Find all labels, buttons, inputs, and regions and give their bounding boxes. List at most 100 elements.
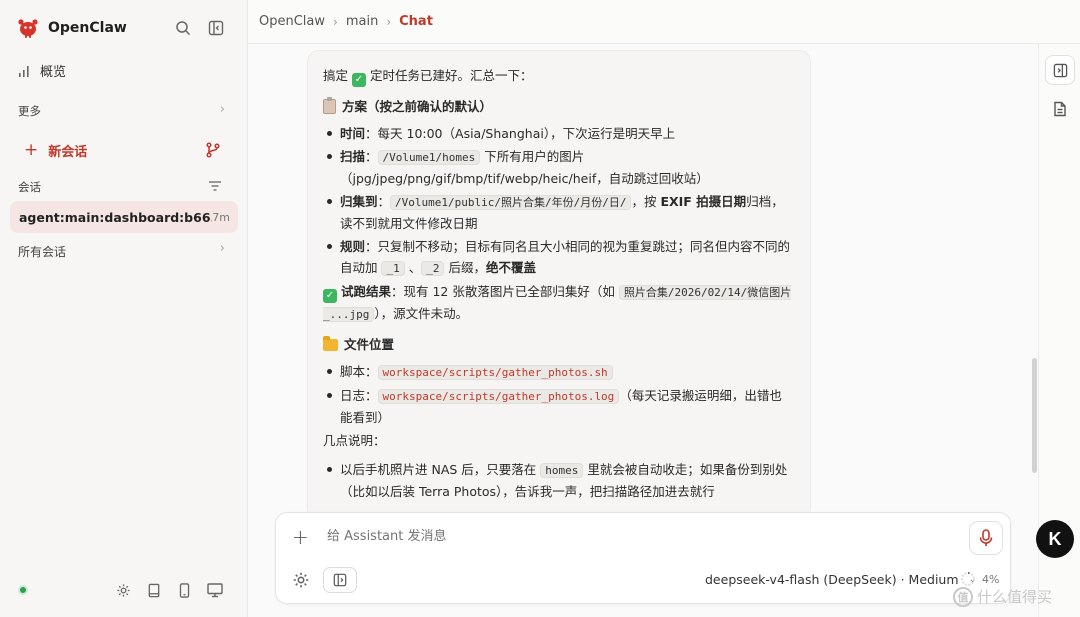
files-heading-text: 文件位置 (344, 337, 395, 352)
clipboard-icon (323, 97, 336, 114)
svg-text:K: K (1049, 529, 1062, 549)
list-item-text: ，按 (631, 194, 661, 209)
plan-heading: 方案（按之前确认的默认） (323, 96, 794, 117)
side-panel-button[interactable] (323, 567, 357, 593)
inline-code: /Volume1/homes (377, 150, 481, 165)
list-item-text: ：每天 10:00（Asia/Shanghai），下次运行是明天早上 (365, 126, 676, 141)
k-logo-icon: K (1049, 529, 1062, 549)
document-icon[interactable] (1045, 94, 1075, 124)
new-chat-button[interactable]: + 新会话 (24, 140, 87, 160)
breadcrumb-branch[interactable]: main (346, 14, 378, 29)
watermark-text: 什么值得买 (977, 588, 1053, 606)
collapse-sidebar-icon[interactable] (206, 18, 226, 38)
inline-code: /Volume1/public/照片合集/年份/月份/日/ (390, 195, 632, 210)
branch-icon[interactable] (205, 142, 221, 158)
model-selector[interactable]: deepseek-v4-flash (DeepSeek) · Medium ⌄ (705, 572, 977, 587)
plan-heading-text: 方案（按之前确认的默认） (342, 99, 493, 114)
chevron-right-icon[interactable]: › (220, 102, 225, 117)
settings-icon[interactable] (113, 580, 133, 600)
list-item: 以后手机照片进 NAS 后，只要落在 homes 里就会被自动收走；如果备份到别… (323, 459, 794, 502)
session-time: 7m (212, 210, 230, 224)
model-name: deepseek-v4-flash (DeepSeek) · Medium (705, 572, 959, 587)
list-item-text: 以后手机照片进 NAS 后，只要落在 (340, 462, 541, 477)
list-item-text: 日志： (340, 388, 378, 403)
all-sessions-link[interactable]: 所有会话 (18, 243, 66, 260)
message-intro: 搞定 ✓ 定时任务已建好。汇总一下： (323, 65, 794, 87)
sidebar-bottom-bar (0, 578, 248, 602)
list-item: 日志： workspace/scripts/gather_photos.log （每… (323, 385, 794, 428)
inline-code: _2 (421, 261, 445, 276)
intro-text: 搞定 (323, 68, 349, 83)
trial-label: 试跑结果 (340, 284, 391, 299)
inline-code: _1 (381, 261, 405, 276)
checkmark-icon: ✓ (352, 73, 366, 87)
mobile-icon[interactable] (174, 580, 194, 600)
brand-name: OpenClaw (48, 20, 127, 36)
more-section[interactable]: 更多 (18, 103, 41, 119)
brand[interactable]: OpenClaw (16, 16, 127, 40)
list-item: 脚本： workspace/scripts/gather_photos.sh (323, 361, 794, 383)
nav-overview[interactable]: 概览 (18, 61, 66, 80)
assistant-message: 搞定 ✓ 定时任务已建好。汇总一下： 方案（按之前确认的默认） 时间：每天 10… (307, 50, 811, 520)
session-title: agent:main:dashboard:b66... (19, 209, 213, 225)
message-input[interactable] (327, 529, 927, 544)
message-composer: + deepseek-v4-flash (DeepSeek) · Medium … (275, 512, 1011, 604)
list-item-text: 、 (404, 260, 422, 275)
list-item-text: ： (365, 149, 378, 164)
toggle-panel-icon[interactable] (1045, 55, 1075, 85)
context-ring-icon (961, 572, 975, 586)
sessions-label: 会话 (18, 180, 41, 194)
trial-text: ），源文件未动。 (374, 306, 469, 321)
list-item: 时间：每天 10:00（Asia/Shanghai），下次运行是明天早上 (323, 123, 794, 144)
list-item: 扫描：/Volume1/homes 下所有用户的图片（jpg/jpeg/png/… (323, 146, 794, 189)
desktop-icon[interactable] (205, 580, 225, 600)
session-item-active[interactable]: agent:main:dashboard:b66... 7m (10, 201, 238, 233)
attach-plus-icon[interactable]: + (292, 525, 309, 549)
breadcrumb-root[interactable]: OpenClaw (259, 14, 325, 29)
checkmark-icon: ✓ (323, 289, 337, 303)
list-item-label: 规则 (340, 239, 366, 254)
sidebar: OpenClaw 概览 更多 › + 新会话 会话 agent:main:das… (0, 0, 248, 617)
breadcrumb-current: Chat (399, 14, 433, 29)
list-item-emphasis: EXIF 拍摄日期 (660, 194, 747, 209)
settings-icon[interactable] (292, 571, 310, 589)
chevron-right-icon[interactable]: › (220, 241, 225, 256)
context-usage: 4% (960, 571, 999, 587)
lobster-logo-icon (18, 19, 38, 38)
list-item: 规则：只复制不移动；目标有同名且大小相同的视为重复跳过；同名但内容不同的自动加 … (323, 236, 794, 279)
list-item-text: ： (377, 194, 391, 209)
watermark-logo-icon: 值 (953, 586, 973, 607)
context-percent: 4% (982, 572, 1000, 586)
search-icon[interactable] (173, 18, 193, 38)
list-item: 归集到：/Volume1/public/照片合集/年份/月份/日/，按 EXIF… (323, 191, 794, 234)
new-chat-label: 新会话 (48, 144, 88, 160)
microphone-button[interactable] (969, 521, 1003, 555)
connection-status-icon (18, 585, 28, 595)
side-panel-icon (333, 573, 347, 587)
inline-code: workspace/scripts/gather_photos.sh (377, 365, 613, 380)
list-item-label: 扫描 (340, 149, 366, 164)
notes-list: 以后手机照片进 NAS 后，只要落在 homes 里就会被自动收走；如果备份到别… (323, 459, 794, 502)
list-item-text: 脚本： (340, 364, 378, 379)
k-avatar-badge: K (1036, 520, 1074, 558)
filter-icon[interactable] (208, 180, 222, 192)
book-icon[interactable] (144, 580, 164, 600)
plus-icon: + (24, 140, 39, 160)
plan-list: 时间：每天 10:00（Asia/Shanghai），下次运行是明天早上 扫描：… (323, 123, 794, 279)
inline-code: homes (540, 463, 584, 478)
breadcrumb: OpenClaw › main › Chat (248, 0, 1080, 44)
nav-overview-label: 概览 (40, 65, 67, 80)
list-item-label: 归集到 (340, 194, 378, 209)
breadcrumb-separator: › (333, 14, 338, 29)
scrollbar-thumb[interactable] (1032, 358, 1037, 473)
trial-text: ：现有 12 张散落图片已全部归集好（如 (391, 284, 619, 299)
microphone-icon (979, 529, 993, 546)
intro-text: 定时任务已建好。汇总一下： (369, 68, 533, 83)
folder-icon (323, 335, 338, 351)
list-item-emphasis: 绝不覆盖 (485, 260, 536, 275)
inline-code: workspace/scripts/gather_photos.log (377, 389, 620, 404)
files-heading: 文件位置 (323, 334, 794, 355)
list-item-label: 时间 (340, 126, 366, 141)
trial-result: ✓ 试跑结果：现有 12 张散落图片已全部归集好（如 照片合集/2026/02/… (323, 281, 794, 325)
bar-chart-icon (19, 65, 29, 77)
